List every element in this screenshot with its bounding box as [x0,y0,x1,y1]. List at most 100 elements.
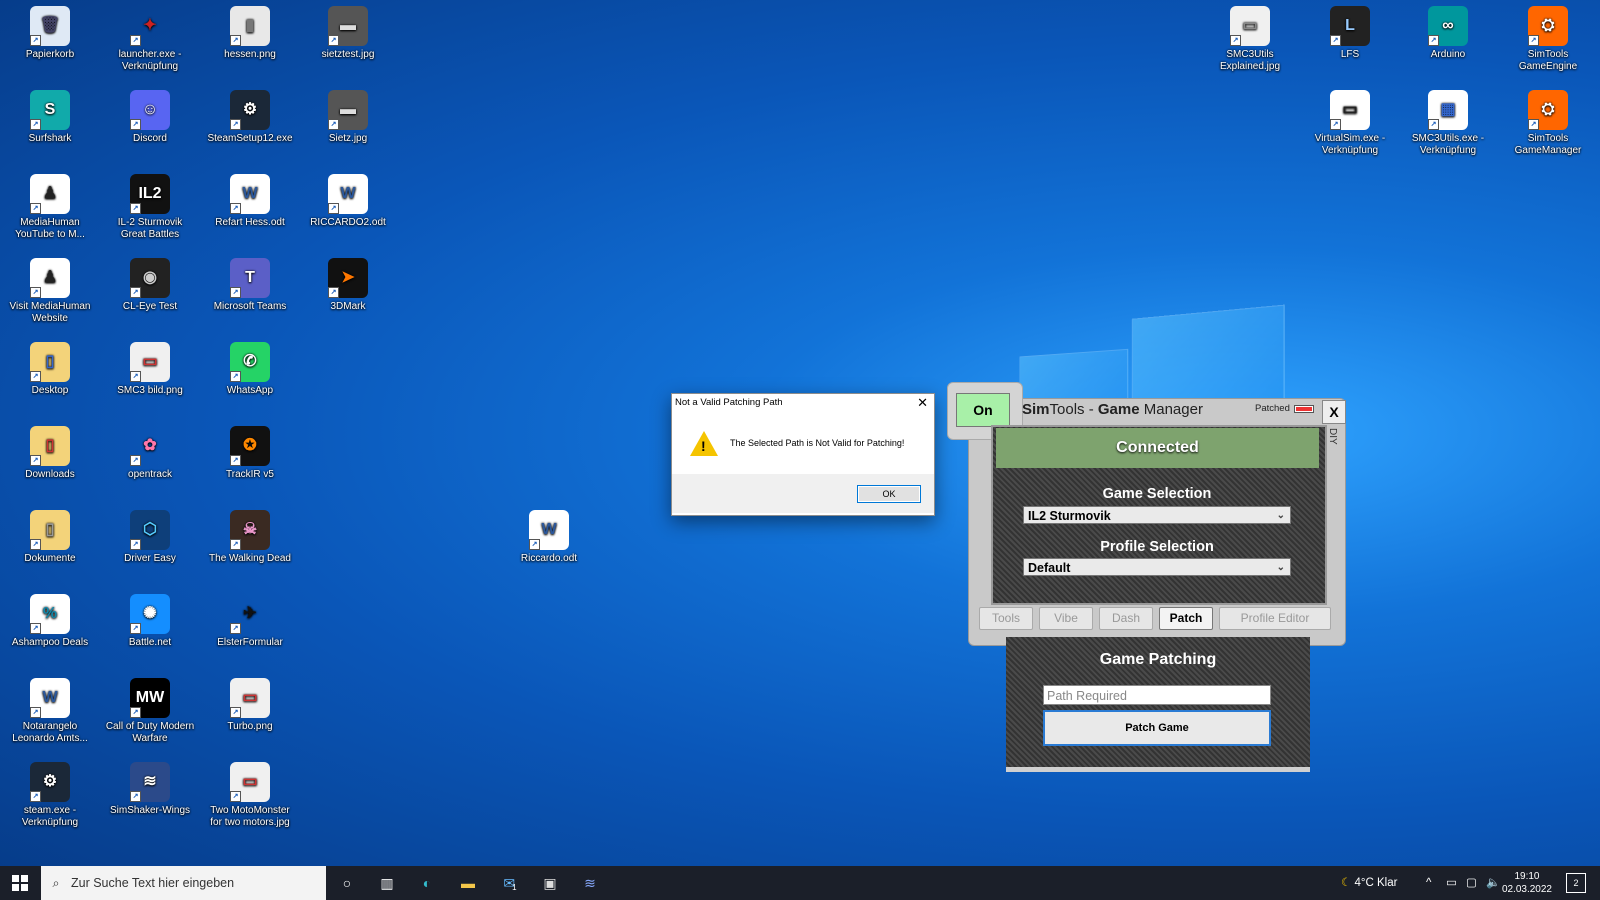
desktop-icon[interactable]: ✺ ↗ Battle.net [104,590,196,649]
desktop-icon[interactable]: ⛭ ↗ SimTools GameEngine [1502,2,1594,73]
desktop-icon[interactable]: ≋ ↗ SimShaker-Wings [104,758,196,817]
shortcut-arrow-icon: ↗ [130,791,141,802]
desktop-icon[interactable]: W ↗ Refart Hess.odt [204,170,296,229]
volume-icon[interactable]: 🔈 [1486,866,1500,900]
simtools-title: SimTools - Game Manager [1022,401,1203,418]
desktop-icon-label: Ashampoo Deals [11,637,89,648]
taskbar-search-box[interactable]: ⌕ Zur Suche Text hier eingeben [41,866,326,900]
desktop-icon-image: ✿ ↗ [130,426,170,466]
cortana-icon[interactable]: ○ [327,866,367,900]
shortcut-arrow-icon: ↗ [328,35,339,46]
desktop-icon-label: Call of Duty Modern Warfare [105,721,195,744]
desktop-icon[interactable]: MW ↗ Call of Duty Modern Warfare [104,674,196,745]
tab-dash[interactable]: Dash [1099,607,1153,630]
desktop-icon[interactable]: ✿ ↗ opentrack [104,422,196,481]
desktop-icon[interactable]: 🗑 ↗ Papierkorb [4,2,96,61]
desktop-icon-image: ✺ ↗ [130,594,170,634]
desktop-icon[interactable]: ☠ ↗ The Walking Dead [204,506,296,565]
game-patching-panel: Game Patching Path Required Patch Game [1006,637,1310,772]
clock[interactable]: 19:10 02.03.2022 [1502,870,1552,896]
tab-profile-editor[interactable]: Profile Editor [1219,607,1331,630]
desktop-icon[interactable]: ✈ ↗ ElsterFormular [204,590,296,649]
desktop-icon-label: Dokumente [24,553,76,564]
weather-widget[interactable]: ☾ 4°C Klar [1341,866,1397,900]
desktop-icon[interactable]: S ↗ Surfshark [4,86,96,145]
desktop-icon[interactable]: ⚙ ↗ SteamSetup12.exe [204,86,296,145]
desktop-icon-label: Microsoft Teams [213,301,287,312]
desktop-icon[interactable]: W ↗ RICCARDO2.odt [302,170,394,229]
desktop-icon[interactable]: ⛭ ↗ SimTools GameManager [1502,86,1594,157]
shortcut-arrow-icon: ↗ [1230,35,1241,46]
error-dialog: Not a Valid Patching Path ✕ ! The Select… [671,393,935,516]
dialog-close-button[interactable]: ✕ [917,394,928,412]
desktop-icon[interactable]: ♟ ↗ Visit MediaHuman Website [4,254,96,325]
shortcut-arrow-icon: ↗ [30,455,41,466]
shortcut-arrow-icon: ↗ [30,539,41,550]
shortcut-arrow-icon: ↗ [130,707,141,718]
game-selection-dropdown[interactable]: IL2 Sturmovik ⌄ [1023,506,1291,524]
display-icon[interactable]: ▢ [1466,866,1477,900]
desktop-icon[interactable]: ◉ ↗ CL-Eye Test [104,254,196,313]
desktop-icon[interactable]: ▬ ↗ Sietz.jpg [302,86,394,145]
desktop-icon[interactable]: ▬ ↗ sietztest.jpg [302,2,394,61]
shortcut-arrow-icon: ↗ [130,287,141,298]
tray-overflow-icon[interactable]: ^ [1426,866,1431,900]
desktop-icon-image: ✈ ↗ [230,594,270,634]
desktop-icon[interactable]: ✪ ↗ TrackIR v5 [204,422,296,481]
desktop-icon[interactable]: ▦ ↗ SMC3Utils.exe - Verknüpfung [1402,86,1494,157]
desktop-icon[interactable]: ▭ ↗ SMC3 bild.png [104,338,196,397]
edge-icon[interactable]: ◐ [407,866,447,900]
desktop-icon[interactable]: ▮ ↗ hessen.png [204,2,296,61]
store-icon[interactable]: ▣ [530,866,570,900]
desktop-icon[interactable]: ➤ ↗ 3DMark [302,254,394,313]
shortcut-arrow-icon: ↗ [130,623,141,634]
desktop-icon[interactable]: ♟ ↗ MediaHuman YouTube to M... [4,170,96,241]
diy-label[interactable]: DIY [1327,428,1338,445]
shortcut-arrow-icon: ↗ [30,287,41,298]
desktop-icon[interactable]: ∞ ↗ Arduino [1402,2,1494,61]
network-icon[interactable]: ▭ [1446,866,1457,900]
start-button[interactable] [0,866,40,900]
desktop-icon[interactable]: ▯ ↗ Dokumente [4,506,96,565]
ok-button[interactable]: OK [857,485,921,503]
desktop-icon-label: Downloads [25,469,75,480]
desktop-icon[interactable]: ▭ ↗ VirtualSim.exe - Verknüpfung [1304,86,1396,157]
desktop-icon[interactable]: % ↗ Ashampoo Deals [4,590,96,649]
patch-path-input[interactable]: Path Required [1043,685,1271,705]
tab-vibe[interactable]: Vibe [1039,607,1093,630]
task-view-icon[interactable]: ▥ [367,866,407,900]
desktop-icon[interactable]: L ↗ LFS [1304,2,1396,61]
desktop-icon[interactable]: ▭ ↗ SMC3Utils Explained.jpg [1204,2,1296,73]
on-button[interactable]: On [956,393,1010,427]
profile-selection-dropdown[interactable]: Default ⌄ [1023,558,1291,576]
notification-center-icon[interactable]: 2 [1566,873,1586,893]
patch-game-button[interactable]: Patch Game [1043,710,1271,746]
desktop-icon-image: ⛭ ↗ [1528,90,1568,130]
desktop-icon[interactable]: W ↗ Notarangelo Leonardo Amts... [4,674,96,745]
tab-patch[interactable]: Patch [1159,607,1213,630]
desktop-icon[interactable]: ▯ ↗ Downloads [4,422,96,481]
tab-tools[interactable]: Tools [979,607,1033,630]
desktop-icon[interactable]: ⬡ ↗ Driver Easy [104,506,196,565]
desktop-icon[interactable]: IL2 ↗ IL-2 Sturmovik Great Battles [104,170,196,241]
file-explorer-icon[interactable]: ▬ [448,866,488,900]
dialog-body: ! The Selected Path is Not Valid for Pat… [672,412,934,474]
shortcut-arrow-icon: ↗ [30,707,41,718]
desktop-icon-label: Sietz.jpg [328,133,368,144]
shortcut-arrow-icon: ↗ [1428,119,1439,130]
mail-icon[interactable]: ✉ 1 [490,866,530,900]
desktop-icon[interactable]: ✆ ↗ WhatsApp [204,338,296,397]
simtools-close-button[interactable]: X [1322,400,1346,424]
desktop-icon-image: T ↗ [230,258,270,298]
desktop-icon[interactable]: W ↗ Riccardo.odt [503,506,595,565]
desktop-icon[interactable]: ▭ ↗ Turbo.png [204,674,296,733]
desktop-icon-image: ▯ ↗ [30,342,70,382]
desktop-icon[interactable]: ☺ ↗ Discord [104,86,196,145]
desktop-icon[interactable]: ✦ ↗ launcher.exe - Verknüpfung [104,2,196,73]
simshaker-taskbar-icon[interactable]: ≋ [570,866,610,900]
desktop-icon[interactable]: ▭ ↗ Two MotoMonster for two motors.jpg [204,758,296,829]
desktop-icon[interactable]: T ↗ Microsoft Teams [204,254,296,313]
desktop-icon[interactable]: ▯ ↗ Desktop [4,338,96,397]
desktop-icon[interactable]: ⚙ ↗ steam.exe - Verknüpfung [4,758,96,829]
desktop-icon-image: % ↗ [30,594,70,634]
